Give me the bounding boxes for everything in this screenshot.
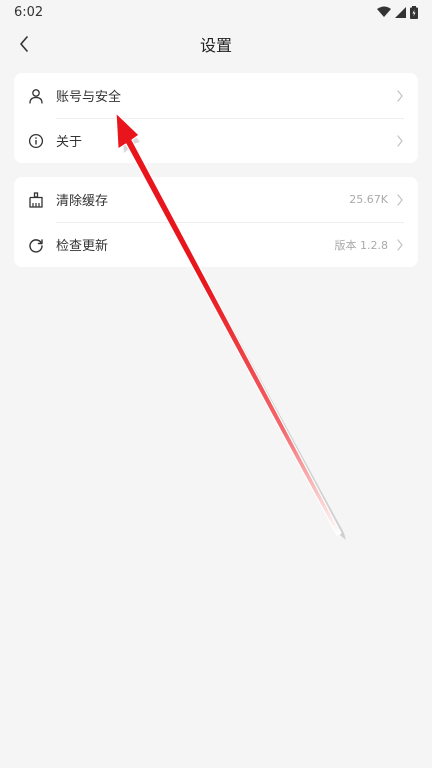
user-icon: [29, 88, 43, 104]
refresh-icon: [29, 238, 43, 253]
signal-icon: [395, 6, 406, 18]
version-value: 版本 1.2.8: [334, 238, 389, 252]
about-label: 关于: [56, 135, 83, 150]
cache-size-value: 25.67K: [349, 193, 388, 206]
clear-cache-row[interactable]: 清除缓存 25.67K: [14, 177, 418, 222]
info-icon: [28, 133, 44, 148]
about-row[interactable]: 关于: [14, 118, 418, 163]
settings-group-app: 清除缓存 25.67K 检查更新 版本 1.2.8: [14, 177, 418, 267]
chevron-right-icon: [397, 238, 403, 251]
chevron-right-icon: [397, 89, 403, 102]
page-title: 设置: [199, 36, 232, 55]
clear-cache-label: 清除缓存: [56, 194, 109, 209]
battery-icon: [410, 5, 418, 19]
status-icons: [377, 5, 418, 19]
status-time: 6:02: [14, 4, 44, 20]
back-arrow-icon: [20, 36, 28, 52]
check-update-label: 检查更新: [56, 239, 109, 254]
check-update-row[interactable]: 检查更新 版本 1.2.8: [14, 222, 418, 267]
account-security-row[interactable]: 账号与安全: [14, 73, 418, 118]
chevron-right-icon: [397, 134, 403, 147]
account-security-label: 账号与安全: [56, 90, 122, 105]
wifi-icon: [377, 6, 391, 17]
app-header: 设置: [0, 24, 432, 64]
broom-icon: [29, 191, 43, 208]
chevron-right-icon: [397, 193, 403, 206]
back-button[interactable]: [10, 30, 38, 58]
settings-group-account: 账号与安全 关于: [14, 73, 418, 163]
status-bar: 6:02: [0, 0, 432, 24]
